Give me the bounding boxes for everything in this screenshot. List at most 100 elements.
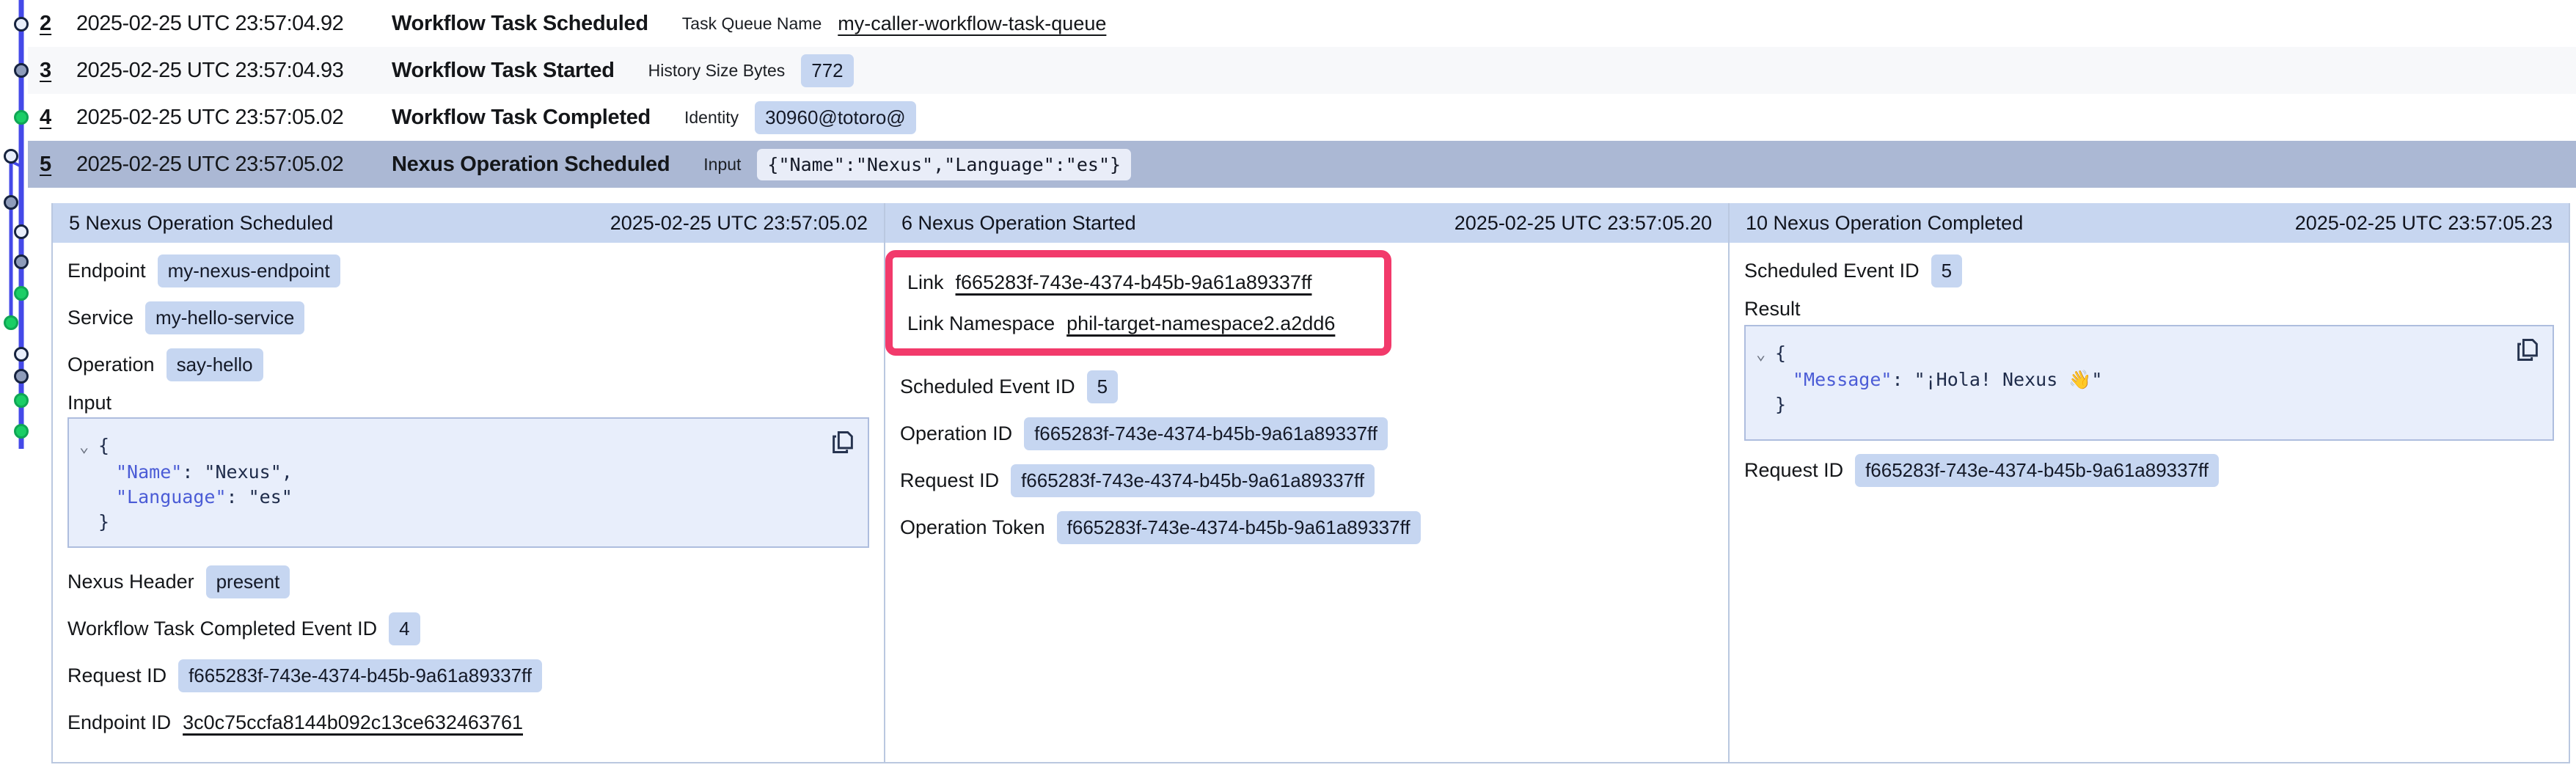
result-json-viewer: ⌄{ "Message": "¡Hola! Nexus 👋" } <box>1744 325 2554 441</box>
field-value-badge: 4 <box>389 612 420 645</box>
field-label: Service <box>67 307 133 329</box>
field-scheduled-event-id: Scheduled Event ID 5 <box>1744 247 2554 294</box>
panel-header: 10 Nexus Operation Completed 2025-02-25 … <box>1730 203 2569 243</box>
field-label: Operation <box>67 353 155 376</box>
field-value-badge: f665283f-743e-4374-b45b-9a61a89337ff <box>1011 464 1375 497</box>
field-label: Scheduled Event ID <box>900 375 1075 398</box>
endpoint-id-link[interactable]: 3c0c75ccfa8144b092c13ce632463761 <box>183 711 523 734</box>
field-label: Request ID <box>1744 459 1843 482</box>
field-label: Link <box>907 271 944 294</box>
panel-title: 5 Nexus Operation Scheduled <box>69 212 333 235</box>
event-detail-panels: 5 Nexus Operation Scheduled 2025-02-25 U… <box>51 203 2570 763</box>
event-summary-value-badge: 772 <box>801 54 853 87</box>
field-label: Operation Token <box>900 516 1045 539</box>
event-row-selected[interactable]: 5 2025-02-25 UTC 23:57:05.02 Nexus Opera… <box>28 141 2576 188</box>
panel-timestamp: 2025-02-25 UTC 23:57:05.20 <box>1455 212 1712 235</box>
link-namespace-link[interactable]: phil-target-namespace2.a2dd6 <box>1066 312 1335 335</box>
panel-header: 5 Nexus Operation Scheduled 2025-02-25 U… <box>53 203 884 243</box>
event-id-link[interactable]: 5 <box>40 153 76 177</box>
event-timestamp: 2025-02-25 UTC 23:57:04.93 <box>76 59 392 83</box>
field-value-badge: f665283f-743e-4374-b45b-9a61a89337ff <box>1024 417 1388 450</box>
json-sep: : <box>182 461 204 483</box>
annotation-highlight-box: Link f665283f-743e-4374-b45b-9a61a89337f… <box>885 250 1391 356</box>
json-value: "es" <box>249 486 293 508</box>
timeline-dot-scheduled-icon <box>15 226 28 238</box>
json-brace: } <box>1775 394 1786 415</box>
json-key: "Name" <box>116 461 182 483</box>
timeline-dot-completed-icon <box>15 111 28 124</box>
panel-body: Endpoint my-nexus-endpoint Service my-he… <box>53 243 884 746</box>
event-name: Nexus Operation Scheduled <box>392 153 670 177</box>
field-request-id: Request ID f665283f-743e-4374-b45b-9a61a… <box>900 457 1713 504</box>
task-queue-link[interactable]: my-caller-workflow-task-queue <box>838 12 1106 35</box>
event-summary-label: History Size Bytes <box>648 61 786 81</box>
panel-title: 6 Nexus Operation Started <box>901 212 1136 235</box>
field-label: Nexus Header <box>67 571 194 593</box>
field-link-namespace: Link Namespace phil-target-namespace2.a2… <box>907 303 1355 344</box>
panel-body: Link f665283f-743e-4374-b45b-9a61a89337f… <box>885 243 1728 551</box>
copy-icon[interactable] <box>830 429 856 455</box>
timeline-dot-started-icon <box>15 65 28 77</box>
field-label: Request ID <box>67 664 167 687</box>
link-value-link[interactable]: f665283f-743e-4374-b45b-9a61a89337ff <box>956 271 1312 294</box>
timeline-dot-completed-icon <box>15 425 28 438</box>
event-row[interactable]: 3 2025-02-25 UTC 23:57:04.93 Workflow Ta… <box>28 47 2576 94</box>
field-scheduled-event-id: Scheduled Event ID 5 <box>900 363 1713 410</box>
timeline-dot-started-icon <box>15 256 28 268</box>
timeline-dot-started-icon <box>15 370 28 383</box>
panel-nexus-operation-started: 6 Nexus Operation Started 2025-02-25 UTC… <box>884 203 1728 762</box>
panel-nexus-operation-completed: 10 Nexus Operation Completed 2025-02-25 … <box>1728 203 2569 762</box>
panel-title: 10 Nexus Operation Completed <box>1746 212 2023 235</box>
event-id-link[interactable]: 3 <box>40 59 76 83</box>
result-section-label: Result <box>1744 294 2554 323</box>
timeline-dot-completed-icon <box>15 287 28 300</box>
field-endpoint: Endpoint my-nexus-endpoint <box>67 247 869 294</box>
input-json-viewer: ⌄{ "Name": "Nexus", "Language": "es" } <box>67 417 869 548</box>
event-timestamp: 2025-02-25 UTC 23:57:05.02 <box>76 153 392 177</box>
event-summary-label: Task Queue Name <box>682 14 822 34</box>
json-brace: { <box>1775 342 1786 364</box>
event-input-badge: {"Name":"Nexus","Language":"es"} <box>757 149 1131 180</box>
timeline-svg <box>0 0 44 773</box>
collapse-chevron-icon[interactable]: ⌄ <box>79 435 98 460</box>
json-brace: { <box>98 435 109 456</box>
timeline-dot-scheduled-icon <box>15 348 28 361</box>
field-operation: Operation say-hello <box>67 341 869 388</box>
event-name: Workflow Task Scheduled <box>392 12 648 36</box>
event-name: Workflow Task Started <box>392 59 615 83</box>
panel-timestamp: 2025-02-25 UTC 23:57:05.02 <box>610 212 868 235</box>
json-key: "Message" <box>1793 369 1892 390</box>
timeline-dot-scheduled-icon <box>5 150 18 163</box>
field-value-badge: present <box>206 565 290 598</box>
input-section-label: Input <box>67 388 869 417</box>
collapse-chevron-icon[interactable]: ⌄ <box>1756 342 1775 367</box>
field-label: Request ID <box>900 469 999 492</box>
field-value-badge: 5 <box>1087 370 1118 403</box>
event-id-link[interactable]: 4 <box>40 106 76 130</box>
event-id-link[interactable]: 2 <box>40 12 76 36</box>
event-timestamp: 2025-02-25 UTC 23:57:05.02 <box>76 106 392 130</box>
timeline-dot-scheduled-icon <box>15 18 28 31</box>
field-value-badge: my-hello-service <box>145 301 304 334</box>
copy-icon[interactable] <box>2514 337 2541 363</box>
event-row[interactable]: 4 2025-02-25 UTC 23:57:05.02 Workflow Ta… <box>28 94 2576 141</box>
event-row[interactable]: 2 2025-02-25 UTC 23:57:04.92 Workflow Ta… <box>28 0 2576 47</box>
field-label: Scheduled Event ID <box>1744 260 1920 282</box>
event-summary-label: Identity <box>684 108 739 128</box>
json-brace: } <box>98 511 109 532</box>
field-value-badge: my-nexus-endpoint <box>158 254 340 287</box>
panel-body: Scheduled Event ID 5 Result ⌄{ "Message"… <box>1730 243 2569 494</box>
field-label: Endpoint ID <box>67 711 171 734</box>
field-label: Link Namespace <box>907 312 1055 335</box>
field-value-badge: 5 <box>1931 254 1962 287</box>
field-value-badge: f665283f-743e-4374-b45b-9a61a89337ff <box>1855 454 2219 487</box>
field-request-id: Request ID f665283f-743e-4374-b45b-9a61a… <box>67 652 869 699</box>
field-link: Link f665283f-743e-4374-b45b-9a61a89337f… <box>907 262 1355 303</box>
field-nexus-header: Nexus Header present <box>67 558 869 605</box>
field-value-badge: f665283f-743e-4374-b45b-9a61a89337ff <box>1057 511 1421 544</box>
field-request-id: Request ID f665283f-743e-4374-b45b-9a61a… <box>1744 447 2554 494</box>
panel-nexus-operation-scheduled: 5 Nexus Operation Scheduled 2025-02-25 U… <box>53 203 884 762</box>
event-summary-value-badge: 30960@totoro@ <box>755 101 916 134</box>
timeline-dot-completed-icon <box>5 317 18 329</box>
panel-header: 6 Nexus Operation Started 2025-02-25 UTC… <box>885 203 1728 243</box>
